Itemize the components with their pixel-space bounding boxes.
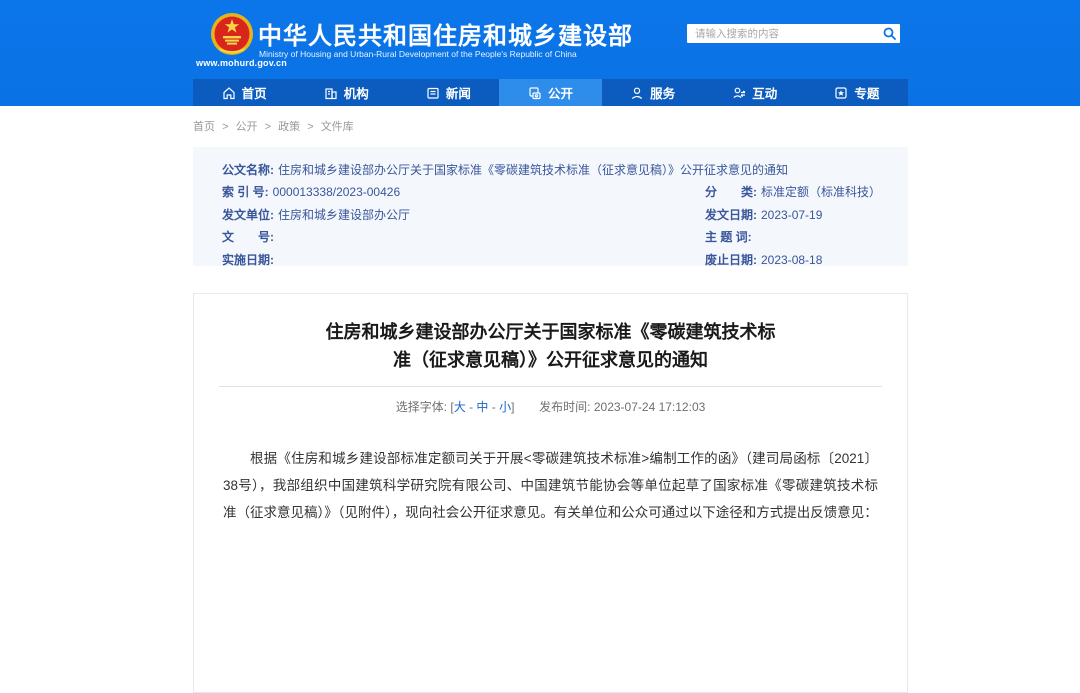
doc-info-panel: 公文名称: 住房和城乡建设部办公厅关于国家标准《零碳建筑技术标准（征求意见稿）》公… — [193, 147, 908, 266]
doc-info-row-category: 分 类: 标准定额（标准科技） — [705, 181, 888, 203]
nav-tab-label: 服务 — [650, 83, 675, 102]
article-card: 住房和城乡建设部办公厅关于国家标准《零碳建筑技术标准（征求意见稿）》公开征求意见… — [193, 293, 908, 693]
font-size-separator: - — [469, 400, 473, 414]
field-label: 发文日期: — [705, 208, 757, 222]
nav-tab-label: 机构 — [344, 83, 369, 102]
nav-tab-interact[interactable]: 互动 — [704, 79, 806, 106]
field-label: 文 号: — [222, 230, 274, 244]
news-icon — [426, 86, 440, 100]
site-subtitle: Ministry of Housing and Urban-Rural Deve… — [259, 49, 577, 59]
nav-tab-topic[interactable]: 专题 — [806, 79, 908, 106]
home-icon — [222, 86, 236, 100]
field-value: 2023-08-18 — [761, 253, 822, 267]
doc-info-row-issuer: 发文单位: 住房和城乡建设部办公厅 — [222, 204, 705, 226]
breadcrumb: 首页 > 公开 > 政策 > 文件库 — [193, 118, 358, 134]
font-size-large[interactable]: 大 — [454, 400, 466, 414]
field-label: 废止日期: — [705, 253, 757, 267]
breadcrumb-home[interactable]: 首页 — [193, 121, 215, 133]
doc-info-row-effective-date: 实施日期: — [222, 249, 705, 271]
nav-tab-label: 专题 — [854, 83, 879, 102]
doc-info-row-repeal-date: 废止日期: 2023-08-18 — [705, 249, 888, 271]
doc-info-row-name: 公文名称: 住房和城乡建设部办公厅关于国家标准《零碳建筑技术标准（征求意见稿）》公… — [222, 159, 888, 181]
bracket-close: ] — [511, 400, 514, 414]
field-label: 实施日期: — [222, 253, 274, 267]
national-emblem-icon — [210, 12, 254, 56]
doc-info-row-keywords: 主 题 词: — [705, 226, 888, 248]
field-value: 住房和城乡建设部办公厅关于国家标准《零碳建筑技术标准（征求意见稿）》公开征求意见… — [278, 163, 788, 177]
article-title: 住房和城乡建设部办公厅关于国家标准《零碳建筑技术标准（征求意见稿）》公开征求意见… — [326, 318, 776, 374]
breadcrumb-policy[interactable]: 政策 — [278, 121, 300, 133]
article-meta-line: 选择字体: [大 - 中 - 小] 发布时间: 2023-07-24 17:12… — [194, 398, 907, 415]
field-label: 分 类: — [705, 185, 757, 199]
font-size-separator: - — [492, 400, 496, 414]
nav-tab-home[interactable]: 首页 — [193, 79, 295, 106]
doc-info-row-index: 索 引 号: 000013338/2023-00426 — [222, 181, 705, 203]
interact-icon — [732, 86, 746, 100]
nav-tab-label: 互动 — [752, 83, 777, 102]
publish-time-label: 发布时间: — [539, 400, 590, 414]
site-title: 中华人民共和国住房和城乡建设部 — [258, 16, 633, 51]
nav-tab-label: 首页 — [242, 83, 267, 102]
field-label: 公文名称: — [222, 163, 274, 177]
search-box — [687, 24, 900, 43]
font-selector-label: 选择字体: — [396, 400, 447, 414]
font-size-medium[interactable]: 中 — [476, 400, 488, 414]
nav-tab-news[interactable]: 新闻 — [397, 79, 499, 106]
breadcrumb-separator: > — [265, 121, 271, 133]
title-divider — [219, 386, 882, 387]
field-value: 000013338/2023-00426 — [273, 185, 400, 199]
publish-time-value: 2023-07-24 17:12:03 — [594, 400, 705, 414]
disclosure-icon — [528, 86, 542, 100]
breadcrumb-separator: > — [307, 121, 313, 133]
search-input[interactable] — [687, 28, 878, 40]
nav-tab-org[interactable]: 机构 — [295, 79, 397, 106]
font-size-small[interactable]: 小 — [499, 400, 511, 414]
nav-tab-disclosure[interactable]: 公开 — [499, 79, 601, 106]
breadcrumb-library[interactable]: 文件库 — [321, 121, 354, 133]
field-value: 2023-07-19 — [761, 208, 822, 222]
topic-icon — [834, 86, 848, 100]
field-value: 住房和城乡建设部办公厅 — [278, 208, 410, 222]
site-url: www.mohurd.gov.cn — [196, 58, 287, 68]
nav-tab-label: 新闻 — [446, 83, 471, 102]
breadcrumb-separator: > — [222, 121, 228, 133]
article-body: 根据《住房和城乡建设部标准定额司关于开展<零碳建筑技术标准>编制工作的函》（建司… — [223, 445, 878, 526]
nav-tab-service[interactable]: 服务 — [602, 79, 704, 106]
field-value: 标准定额（标准科技） — [761, 185, 881, 199]
breadcrumb-disclosure[interactable]: 公开 — [236, 121, 258, 133]
building-icon — [324, 86, 338, 100]
doc-info-row-docnum: 文 号: — [222, 226, 705, 248]
search-icon[interactable] — [878, 24, 900, 43]
field-label: 主 题 词: — [705, 230, 752, 244]
nav-tab-label: 公开 — [548, 83, 573, 102]
field-label: 索 引 号: — [222, 185, 269, 199]
doc-info-row-issue-date: 发文日期: 2023-07-19 — [705, 204, 888, 226]
field-label: 发文单位: — [222, 208, 274, 222]
service-icon — [630, 86, 644, 100]
main-nav: 首页 机构 新闻 公开 服务 互动 专题 — [193, 79, 908, 106]
